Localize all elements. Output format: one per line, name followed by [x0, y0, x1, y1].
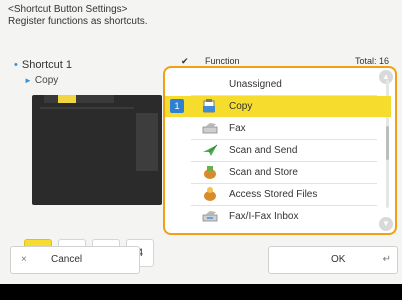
list-item-unassigned[interactable]: Unassigned — [165, 74, 391, 95]
header-subtitle: Register functions as shortcuts. — [8, 16, 148, 27]
selected-badge: 1 — [170, 99, 184, 113]
shortcut-preview — [32, 95, 162, 205]
ok-button[interactable]: OK ↵ — [268, 246, 398, 274]
list-item-copy[interactable]: 1 Copy — [165, 96, 391, 117]
list-item-label: Access Stored Files — [229, 189, 318, 200]
preview-line — [40, 107, 134, 109]
shortcut-title: • Shortcut 1 — [14, 59, 72, 71]
list-item-access-files[interactable]: Access Stored Files — [165, 184, 391, 205]
list-item-fax-inbox[interactable]: Fax/I-Fax Inbox — [165, 206, 391, 227]
list-item-label: Fax — [229, 123, 246, 134]
shortcut-title-label: Shortcut 1 — [21, 59, 72, 71]
enter-icon: ↵ — [382, 254, 391, 265]
triangle-right-icon: ► — [24, 76, 32, 85]
fax-icon — [201, 120, 219, 136]
list-item-label: Copy — [229, 101, 253, 112]
preview-selected-slot — [58, 95, 76, 103]
list-item-scan-send[interactable]: Scan and Send — [165, 140, 391, 161]
preview-bar — [44, 95, 114, 103]
cancel-button-label: Cancel — [51, 254, 83, 265]
list-item-label: Fax/I-Fax Inbox — [229, 211, 299, 222]
shortcut-current: ► Copy — [24, 75, 58, 86]
scan-store-icon — [201, 164, 219, 180]
fax-inbox-icon — [201, 208, 219, 224]
access-files-icon — [201, 186, 219, 202]
shortcut-panel: •Shortcut 1 ►Copy 1 2 3 4 — [10, 55, 162, 267]
ok-button-label: OK — [331, 254, 346, 265]
list-item-label: Scan and Store — [229, 167, 298, 178]
scan-send-icon — [201, 142, 219, 158]
preview-block — [136, 113, 158, 171]
page-header: <Shortcut Button Settings> Register func… — [8, 4, 148, 28]
cancel-button[interactable]: × Cancel — [10, 246, 140, 274]
list-item-label: Scan and Send — [229, 145, 298, 156]
copy-icon — [201, 98, 219, 114]
list-item-label: Unassigned — [229, 79, 282, 90]
header-title: <Shortcut Button Settings> — [8, 4, 128, 15]
total-count: Total: 16 — [354, 56, 389, 66]
close-icon: × — [21, 254, 27, 265]
bullet-icon: • — [14, 59, 18, 71]
list-item-fax[interactable]: Fax — [165, 118, 391, 139]
bottom-bar — [0, 284, 402, 300]
shortcut-current-label: Copy — [34, 75, 59, 86]
function-list: ▲ ▼ Unassigned 1 Copy Fax Scan and Send … — [163, 66, 397, 235]
function-column-label: Function — [205, 56, 240, 66]
list-item-scan-store[interactable]: Scan and Store — [165, 162, 391, 183]
